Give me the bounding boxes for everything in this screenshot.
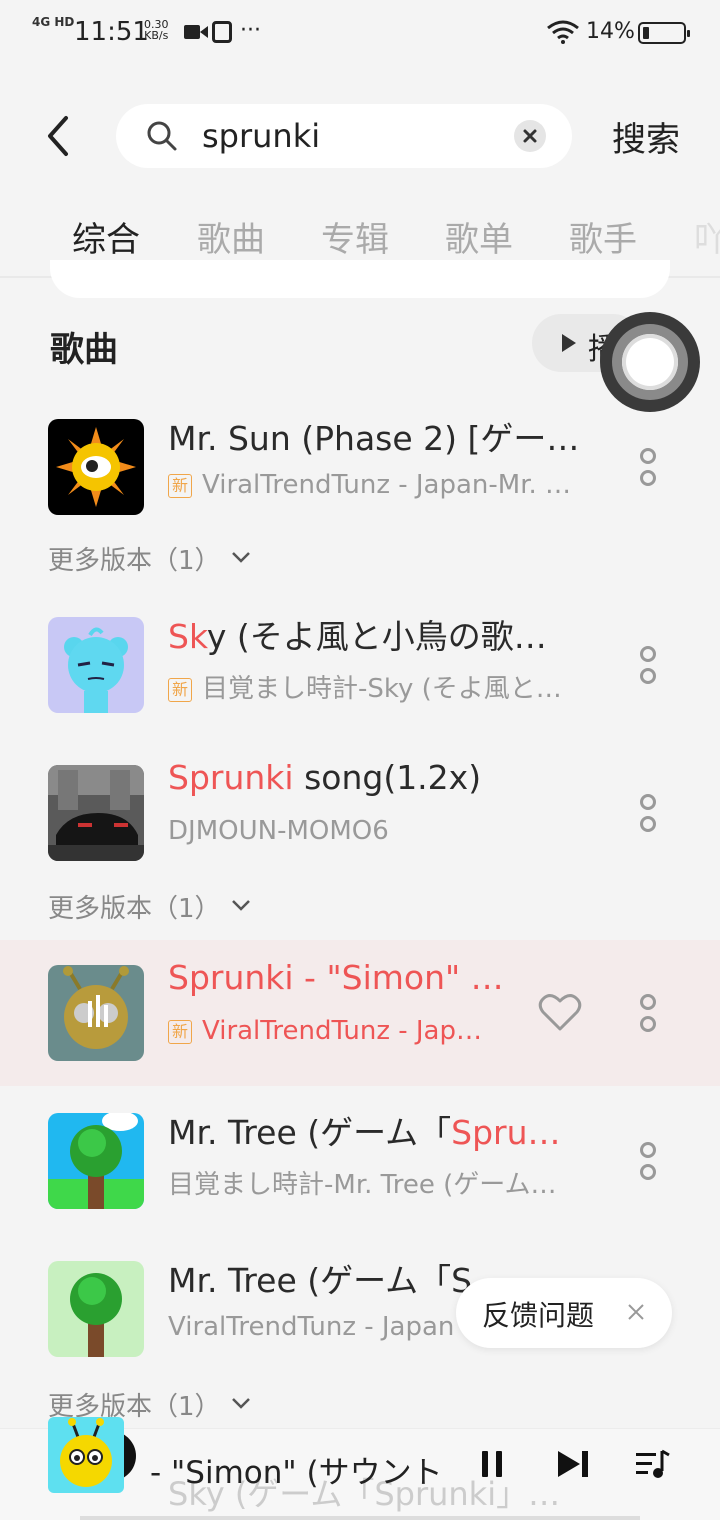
song-row[interactable]: Sky (そよ風と小鳥の歌… 新目覚まし時計-Sky (そよ風と… bbox=[0, 592, 720, 738]
song-row[interactable]: Mr. Sun (Phase 2) [ゲー… 新 ViralTrendTunz -… bbox=[0, 394, 720, 540]
sim-card-icon bbox=[212, 21, 232, 43]
network-indicator: 4G HD bbox=[32, 15, 75, 29]
chevron-down-icon bbox=[231, 900, 250, 911]
playlist-icon[interactable] bbox=[636, 1449, 670, 1479]
song-cover bbox=[48, 419, 144, 515]
song-subtitle: DJMOUN-MOMO6 bbox=[168, 816, 389, 846]
pause-icon[interactable] bbox=[480, 1449, 504, 1479]
new-badge: 新 bbox=[168, 678, 192, 702]
feedback-pill[interactable]: 反馈问题 bbox=[456, 1278, 672, 1348]
song-title: Sprunki - "Simon" … bbox=[168, 958, 504, 997]
song-subtitle: 新目覚まし時計-Sky (そよ風と… bbox=[168, 668, 598, 705]
song-title: Sprunki song(1.2x) bbox=[168, 758, 482, 797]
new-badge: 新 bbox=[168, 1020, 192, 1044]
song-title: Sky (そよ風と小鳥の歌… bbox=[168, 617, 547, 656]
more-versions-link[interactable]: 更多版本（1） bbox=[48, 540, 251, 577]
now-playing-title: - "Simon" (サウント bbox=[150, 1455, 443, 1491]
battery-icon bbox=[638, 22, 690, 44]
wifi-icon bbox=[547, 20, 579, 44]
previous-card-edge bbox=[50, 260, 670, 298]
close-icon[interactable] bbox=[626, 1302, 646, 1322]
video-camera-icon bbox=[184, 25, 208, 39]
more-vertical-icon[interactable] bbox=[636, 442, 660, 492]
playback-progress bbox=[80, 1516, 640, 1520]
more-vertical-icon[interactable] bbox=[636, 1136, 660, 1186]
back-arrow-icon[interactable] bbox=[40, 114, 80, 158]
tab-songs[interactable]: 歌曲 bbox=[197, 212, 265, 261]
song-title: Mr. Tree (ゲーム「Spru… bbox=[168, 1113, 561, 1152]
more-versions-link[interactable]: 更多版本（1） bbox=[48, 888, 251, 925]
tab-playlists[interactable]: 歌单 bbox=[445, 212, 513, 261]
tab-all[interactable]: 综合 bbox=[72, 212, 140, 268]
status-bar: 4G HD 11:51 0.30 KB/s ··· 14% bbox=[0, 0, 720, 66]
more-vertical-icon[interactable] bbox=[636, 788, 660, 838]
song-title: Mr. Sun (Phase 2) [ゲー… bbox=[168, 419, 580, 458]
song-subtitle: 新 ViralTrendTunz - Japan-Mr. … bbox=[168, 470, 598, 500]
player-cover[interactable] bbox=[48, 1417, 124, 1493]
tab-albums[interactable]: 专辑 bbox=[321, 212, 389, 261]
song-cover bbox=[48, 965, 144, 1061]
more-vertical-icon[interactable] bbox=[636, 640, 660, 690]
song-row[interactable]: Mr. Tree (ゲーム「Spru… 目覚まし時計-Mr. Tree (ゲーム… bbox=[0, 1088, 720, 1234]
search-icon bbox=[147, 121, 177, 151]
chevron-down-icon bbox=[231, 1398, 250, 1409]
search-box bbox=[116, 104, 572, 168]
search-input[interactable] bbox=[202, 112, 502, 160]
song-row[interactable]: Sprunki song(1.2x) DJMOUN-MOMO6 bbox=[0, 740, 720, 886]
status-more-icon: ··· bbox=[240, 18, 261, 43]
song-cover bbox=[48, 765, 144, 861]
song-subtitle: 目覚まし時計-Mr. Tree (ゲーム… bbox=[168, 1170, 557, 1200]
song-cover bbox=[48, 617, 144, 713]
section-title: 歌曲 bbox=[50, 330, 118, 370]
tab-artists[interactable]: 歌手 bbox=[569, 212, 637, 261]
clock: 11:51 bbox=[74, 17, 149, 47]
network-speed: 0.30 KB/s bbox=[144, 19, 169, 41]
new-badge: 新 bbox=[168, 474, 192, 498]
song-cover bbox=[48, 1261, 144, 1357]
search-button[interactable]: 搜索 bbox=[612, 112, 680, 161]
song-cover bbox=[48, 1113, 144, 1209]
next-icon[interactable] bbox=[556, 1449, 590, 1479]
more-vertical-icon[interactable] bbox=[636, 988, 660, 1038]
song-row-playing[interactable]: Sprunki - "Simon" … 新 ViralTrendTunz - Ja… bbox=[0, 940, 720, 1086]
chevron-down-icon bbox=[231, 552, 250, 563]
mini-player[interactable]: Sky (ゲーム「Sprunki」… - "Simon" (サウント bbox=[0, 1417, 720, 1520]
song-subtitle: 新 ViralTrendTunz - Jap… bbox=[168, 1016, 508, 1046]
heart-icon[interactable] bbox=[538, 992, 582, 1032]
battery-percent: 14% bbox=[586, 19, 635, 44]
feedback-label: 反馈问题 bbox=[482, 1299, 595, 1332]
play-icon bbox=[562, 334, 576, 352]
tab-more[interactable]: 吖 bbox=[694, 212, 720, 261]
clear-icon[interactable] bbox=[514, 120, 546, 152]
network-speed-unit: KB/s bbox=[144, 29, 169, 42]
